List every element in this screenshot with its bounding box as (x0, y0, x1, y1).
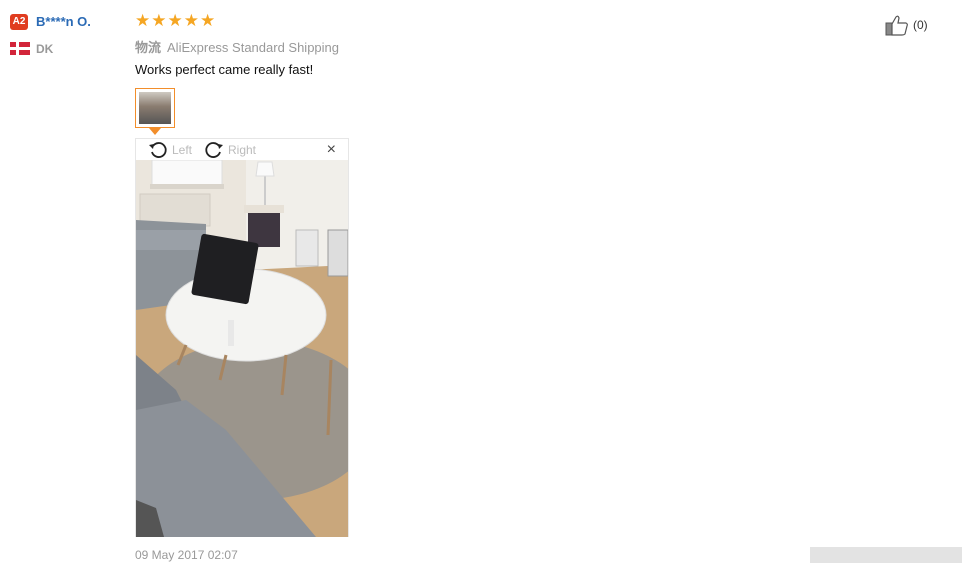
shipping-method: AliExpress Standard Shipping (167, 40, 340, 55)
thumbnail-pointer (149, 128, 161, 135)
viewer-toolbar: Left Right × (136, 139, 348, 160)
star-rating: ★ ★ ★ ★ ★ (135, 12, 215, 30)
rotate-right-button[interactable]: Right (204, 141, 256, 159)
star-icon: ★ (183, 11, 199, 30)
rotate-left-icon (149, 142, 167, 158)
star-icon: ★ (167, 11, 183, 30)
star-icon: ★ (151, 11, 167, 30)
bottom-toolbar (810, 547, 962, 563)
star-icon: ★ (135, 11, 151, 30)
helpful-button[interactable]: (0) (885, 14, 928, 36)
rotate-left-button[interactable]: Left (148, 141, 192, 159)
review-text: Works perfect came really fast! (135, 62, 314, 77)
reviewer-name[interactable]: B****n O. (36, 14, 91, 29)
helpful-count: (0) (913, 18, 928, 32)
rotate-left-label: Left (172, 143, 193, 157)
close-viewer-button[interactable]: × (327, 142, 336, 158)
shipping-label: 物流 (135, 40, 162, 55)
shipping-info: 物流 AliExpress Standard Shipping (135, 37, 339, 56)
buyer-level-badge: A2 (10, 14, 28, 30)
rotate-right-label: Right (228, 143, 257, 157)
review-photo-thumbnail[interactable] (135, 88, 175, 128)
reviewer-country: DK (36, 42, 54, 56)
thumbs-up-icon (885, 15, 908, 36)
photo-viewer: Left Right × (135, 138, 349, 537)
thumbnail-image (139, 92, 171, 124)
rotate-right-icon (205, 142, 223, 158)
review-date: 09 May 2017 02:07 (135, 548, 238, 562)
denmark-flag-icon (10, 42, 30, 55)
star-icon: ★ (200, 11, 216, 30)
review-photo (136, 160, 348, 537)
